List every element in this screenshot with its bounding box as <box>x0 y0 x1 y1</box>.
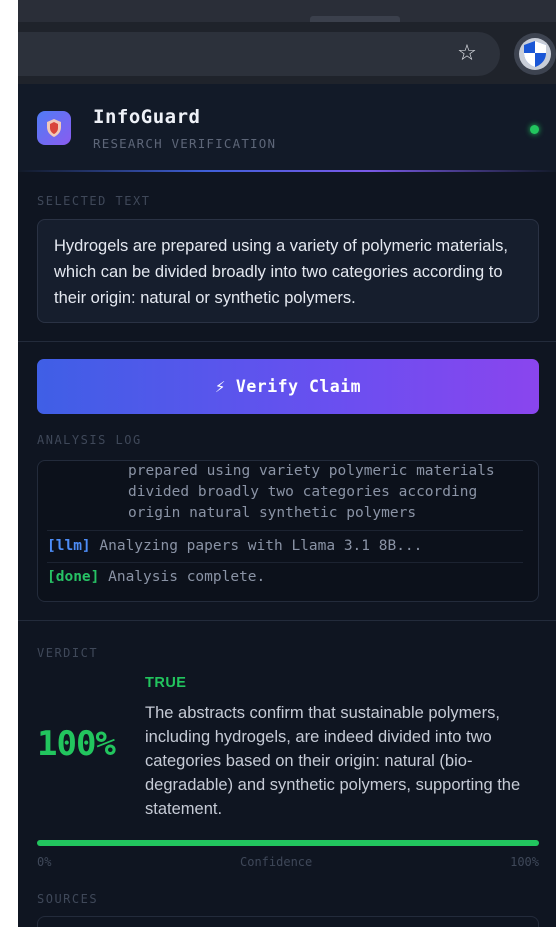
verdict-result: TRUE <box>145 675 187 691</box>
analysis-log[interactable]: prepared using variety polymeric materia… <box>37 460 539 602</box>
address-bar[interactable]: ☆ <box>18 32 500 76</box>
confidence-max: 100% <box>510 855 539 869</box>
selected-text-box: Hydrogels are prepared using a variety o… <box>37 219 539 323</box>
verify-button-label: Verify Claim <box>235 377 362 396</box>
star-icon[interactable]: ☆ <box>454 41 480 67</box>
confidence-min: 0% <box>37 855 52 869</box>
section-divider <box>18 620 556 621</box>
panel-header: InfoGuard RESEARCH VERIFICATION <box>18 84 556 172</box>
shield-icon <box>524 41 546 67</box>
log-entry-text: Analyzing papers with Llama 3.1 8B... <box>90 538 423 554</box>
log-entry-text: Analysis complete. <box>99 569 266 585</box>
verdict-label: VERDICT <box>37 646 99 660</box>
selected-text: Hydrogels are prepared using a variety o… <box>54 237 508 307</box>
extension-panel: InfoGuard RESEARCH VERIFICATION SELECTED… <box>18 84 556 927</box>
verify-claim-button[interactable]: ⚡ Verify Claim <box>37 359 539 414</box>
log-continuation: prepared using variety polymeric materia… <box>128 463 495 521</box>
shield-icon <box>47 119 61 137</box>
bolt-icon: ⚡ <box>214 378 226 396</box>
sources-list[interactable] <box>37 916 539 927</box>
verdict-explanation: The abstracts confirm that sustainable p… <box>145 704 521 818</box>
status-indicator <box>530 125 539 134</box>
browser-toolbar: ☆ <box>18 22 556 84</box>
section-divider <box>18 341 556 342</box>
browser-tab-strip <box>18 0 556 22</box>
header-accent-line <box>18 170 556 172</box>
log-separator <box>47 530 523 531</box>
confidence-percent: 100% <box>37 724 116 764</box>
log-entry: [llm] Analyzing papers with Llama 3.1 8B… <box>47 538 527 554</box>
log-tag-llm: [llm] <box>47 538 91 554</box>
confidence-bar-fill <box>37 840 539 846</box>
selected-text-label: SELECTED TEXT <box>37 194 151 208</box>
log-entry: [done] Analysis complete. <box>47 569 527 585</box>
confidence-bar <box>37 840 539 846</box>
log-separator <box>47 562 523 563</box>
app-name: InfoGuard <box>93 106 201 128</box>
sources-label: SOURCES <box>37 892 99 906</box>
logo <box>37 111 71 145</box>
log-tag-done: [done] <box>47 569 100 585</box>
confidence-label: Confidence <box>240 855 313 869</box>
app-subtitle: RESEARCH VERIFICATION <box>93 136 277 151</box>
analysis-log-label: ANALYSIS LOG <box>37 433 142 447</box>
extension-button[interactable] <box>514 33 556 75</box>
